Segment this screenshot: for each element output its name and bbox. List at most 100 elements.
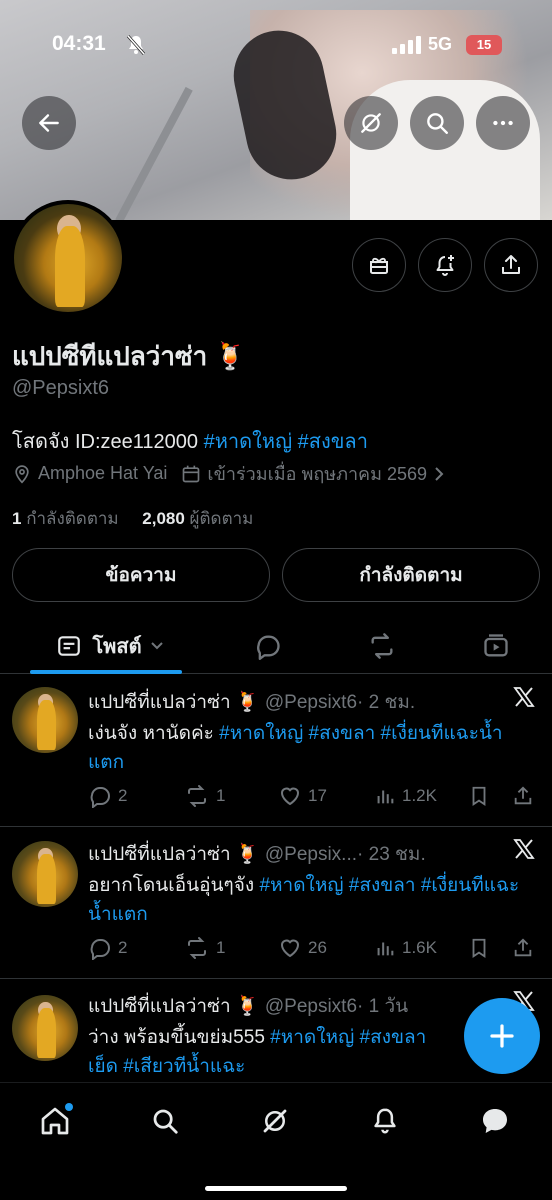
post-author-handle: @Pepsixt6	[264, 692, 358, 713]
following-button[interactable]: กำลังติดตาม	[282, 548, 540, 602]
share-button[interactable]	[484, 238, 538, 292]
tab-posts[interactable]: โพสต์	[46, 618, 174, 674]
reply-icon	[257, 635, 280, 660]
location-icon	[15, 464, 29, 484]
nav-messages[interactable]	[475, 1101, 515, 1141]
post-item[interactable]: แปปซีที่แปลว่าซ่า 🍹 @Pepsix...· 23 ชม. อ…	[0, 827, 552, 979]
avatar-photo	[55, 225, 86, 307]
tab-media[interactable]	[474, 618, 518, 674]
arrow-left-icon	[39, 114, 59, 132]
repost-count: 1	[216, 938, 226, 957]
post-avatar[interactable]	[12, 841, 78, 907]
followers-stat[interactable]: 2,080 ผู้ติดตาม	[142, 509, 253, 528]
post-time: · 23 ชม.	[357, 844, 426, 865]
calendar-icon	[183, 465, 200, 482]
nav-home[interactable]	[35, 1101, 75, 1141]
grok-button[interactable]	[344, 96, 398, 150]
reply-count: 2	[118, 786, 128, 805]
following-count: 1	[12, 509, 22, 528]
home-indicator	[205, 1186, 347, 1191]
tab-replies[interactable]	[246, 618, 290, 674]
post-actions: 2 1 26 1.6K	[88, 933, 548, 963]
silent-bell-icon	[126, 34, 146, 61]
post-text: ว่าง พร้อมขึ้นขย่ม555 #หาดใหญ่ #สงขลา เย็…	[88, 1023, 528, 1081]
like-button[interactable]: 26	[278, 933, 327, 963]
compose-button[interactable]	[464, 998, 540, 1074]
post-item[interactable]: แปปซีที่แปลว่าซ่า 🍹 @Pepsixt6· 2 ชม. เง่…	[0, 675, 552, 827]
view-count: 1.2K	[402, 786, 437, 805]
profile-name: แปปซีทีแปลว่าซ่า 🍹	[12, 341, 247, 371]
avatar-photo	[37, 700, 56, 750]
x-logo-icon[interactable]	[512, 837, 536, 861]
more-button[interactable]	[476, 96, 530, 150]
post-header: แปปซีที่แปลว่าซ่า 🍹 @Pepsixt6· 2 ชม.	[88, 687, 415, 717]
post-header: แปปซีที่แปลว่าซ่า 🍹 @Pepsix...· 23 ชม.	[88, 839, 426, 869]
views-button[interactable]: 1.2K	[374, 781, 437, 811]
status-time: 04:31	[52, 32, 106, 55]
x-logo-icon[interactable]	[512, 685, 536, 709]
heart-icon	[280, 939, 300, 958]
following-label: กำลังติดตาม	[26, 509, 119, 528]
repost-icon	[188, 937, 206, 959]
avatar-photo	[37, 1008, 56, 1058]
post-text-line2[interactable]: เย็ด #เสียวทีน้ำแฉะ	[88, 1056, 245, 1077]
more-icon	[493, 120, 513, 126]
message-button[interactable]: ข้อความ	[12, 548, 270, 602]
repost-button[interactable]: 1	[184, 933, 225, 963]
nav-notifications[interactable]	[365, 1101, 405, 1141]
network-type: 5G	[428, 34, 453, 54]
post-author-name: แปปซีที่แปลว่าซ่า 🍹	[88, 996, 260, 1017]
profile-handle: @Pepsixt6	[12, 377, 110, 399]
back-button[interactable]	[22, 96, 76, 150]
repost-icon	[188, 785, 206, 807]
post-avatar[interactable]	[12, 995, 78, 1061]
repost-button[interactable]: 1	[184, 781, 225, 811]
reply-button[interactable]: 2	[88, 781, 127, 811]
share-post-button[interactable]	[512, 933, 534, 963]
tab-reposts[interactable]	[360, 618, 404, 674]
bell-icon	[374, 1108, 396, 1134]
share-post-button[interactable]	[512, 781, 534, 811]
chevron-right-icon[interactable]	[433, 466, 445, 482]
chat-bubble-icon	[483, 1109, 507, 1133]
active-tab-indicator	[30, 670, 182, 674]
profile-meta: Amphoe Hat Yai เข้าร่วมเมื่อ พฤษภาคม 256…	[12, 459, 445, 488]
post-author-handle: @Pepsixt6	[264, 996, 358, 1017]
search-button[interactable]	[410, 96, 464, 150]
status-bar: 04:31 5G 15	[0, 30, 552, 60]
following-stat[interactable]: 1 กำลังติดตาม	[12, 509, 119, 528]
bell-plus-icon	[436, 255, 454, 276]
post-text: เง่นจัง หานัดค่ะ #หาดใหญ่ #สงขลา #เงี่ยน…	[88, 719, 528, 777]
nav-grok[interactable]	[255, 1101, 295, 1141]
nav-search[interactable]	[145, 1101, 185, 1141]
bookmark-button[interactable]	[468, 781, 490, 811]
bottom-nav	[0, 1082, 552, 1200]
gift-button[interactable]	[352, 238, 406, 292]
reply-count: 2	[118, 938, 128, 957]
profile-avatar[interactable]	[10, 200, 126, 316]
like-button[interactable]: 17	[278, 781, 327, 811]
plus-icon	[490, 1024, 514, 1048]
post-avatar[interactable]	[12, 687, 78, 753]
signal-icon	[392, 36, 422, 59]
post-text-plain: อยากโดนเอ็นอุ่นๆจัง	[88, 875, 260, 896]
search-icon	[427, 113, 448, 134]
bookmark-button[interactable]	[468, 933, 490, 963]
grok-icon	[263, 1109, 287, 1133]
views-button[interactable]: 1.6K	[374, 933, 437, 963]
notification-dot	[65, 1103, 73, 1111]
reply-button[interactable]: 2	[88, 933, 127, 963]
gift-icon	[370, 257, 388, 274]
post-hashtags[interactable]: #หาดใหญ่ #สงขลา	[270, 1027, 426, 1048]
bio-hashtags[interactable]: #หาดใหญ่ #สงขลา	[204, 431, 368, 453]
post-author-name: แปปซีที่แปลว่าซ่า 🍹	[88, 692, 260, 713]
repost-icon	[371, 633, 393, 659]
repost-count: 1	[216, 786, 226, 805]
views-icon	[377, 942, 394, 956]
video-icon	[484, 634, 508, 657]
post-text: อยากโดนเอ็นอุ่นๆจัง #หาดใหญ่ #สงขลา #เงี…	[88, 871, 528, 929]
notify-button[interactable]	[418, 238, 472, 292]
view-count: 1.6K	[402, 938, 437, 957]
followers-label: ผู้ติดตาม	[189, 509, 254, 528]
share-icon	[502, 255, 520, 274]
